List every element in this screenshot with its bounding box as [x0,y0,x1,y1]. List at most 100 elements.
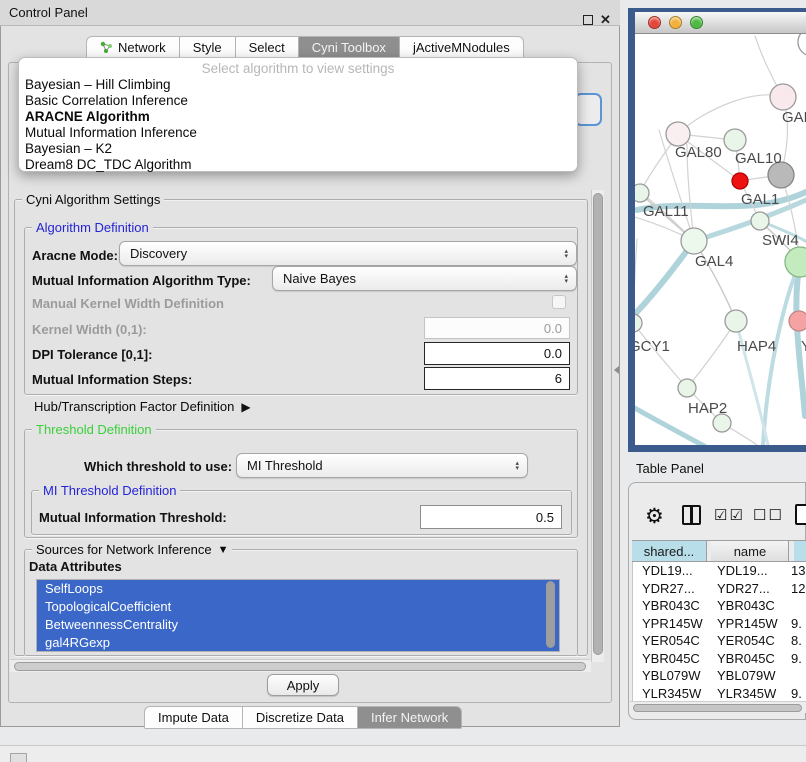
tab-network[interactable]: Network [86,36,180,59]
network-canvas[interactable]: GALGAL80GAL10GAL1GAL11SWI4GAL4GCY1HAP4YH… [635,34,806,445]
mi-threshold-definition-title: MI Threshold Definition [39,483,180,498]
expand-arrow-icon[interactable]: ▶ [241,400,250,414]
panel-splitter-arrow[interactable] [614,366,619,374]
hidden-focused-button[interactable] [574,93,602,126]
mi-algorithm-type-combo[interactable]: Naive Bayes ▴▾ [272,266,577,291]
table-horizontal-scrollbar-thumb[interactable] [633,704,802,712]
tab-jactivemnodules[interactable]: jActiveMNodules [400,36,524,59]
which-threshold-combo[interactable]: MI Threshold ▴▾ [236,453,528,478]
network-node[interactable] [635,184,649,202]
float-window-icon[interactable] [583,15,593,25]
new-table-icon[interactable] [795,504,806,525]
data-attribute-item[interactable]: BetweennessCentrality [37,616,559,634]
mi-algorithm-type-value: Naive Bayes [283,271,356,286]
table-cell [786,597,791,615]
settings-vertical-scrollbar-thumb[interactable] [593,193,603,655]
data-attribute-item[interactable]: SelfLoops [37,580,559,598]
data-attributes-list[interactable]: SelfLoopsTopologicalCoefficientBetweenne… [36,579,560,652]
tab-style[interactable]: Style [180,36,236,59]
network-window-titlebar[interactable] [635,12,806,34]
aracne-mode-combo[interactable]: Discovery ▴▾ [119,241,577,266]
apply-button[interactable]: Apply [267,674,339,696]
sources-title-wrap: Sources for Network Inference ▼ [32,542,232,557]
tab-impute-data[interactable]: Impute Data [144,706,243,729]
network-node[interactable] [789,311,806,331]
tab-discretize-data[interactable]: Discretize Data [243,706,358,729]
combo-arrows-icon: ▴▾ [564,249,568,259]
minimize-traffic-light[interactable] [669,16,682,29]
minimized-panel-icon[interactable] [10,753,27,762]
data-attribute-item[interactable]: gal4RGexp [37,634,559,652]
algorithm-option[interactable]: ARACNE Algorithm [19,109,577,125]
table-horizontal-scrollbar[interactable] [630,701,806,713]
table-cell: YPR145W [633,615,708,633]
columns-icon[interactable] [682,505,701,525]
mi-steps-input[interactable]: 6 [424,367,570,390]
data-attribute-item[interactable]: TopologicalCoefficient [37,598,559,616]
table-cell: YPR145W [708,615,786,633]
zoom-traffic-light[interactable] [690,16,703,29]
network-node[interactable] [725,310,747,332]
network-node[interactable] [798,34,806,56]
algorithm-option[interactable]: Mutual Information Inference [19,125,577,141]
deselect-all-checkboxes-icon[interactable]: ☐☐ [753,506,784,524]
tab-select[interactable]: Select [236,36,299,59]
settings-horizontal-scrollbar[interactable] [10,659,591,672]
which-threshold-value: MI Threshold [247,458,323,473]
kernel-width-input[interactable]: 0.0 [424,317,570,339]
table-row[interactable]: YDR27...YDR27...12 [633,580,806,598]
network-node[interactable] [635,314,642,332]
algorithm-dropdown-placeholder: Select algorithm to view settings [19,60,577,77]
algorithm-option[interactable]: Basic Correlation Inference [19,93,577,109]
table-cell: YDL19... [708,562,786,580]
settings-vertical-scrollbar[interactable] [591,190,604,662]
hub-definition-row[interactable]: Hub/Transcription Factor Definition ▶ [34,399,251,414]
tab-infer-network[interactable]: Infer Network [358,706,462,729]
select-all-checkboxes-icon[interactable]: ☑☑ [714,506,745,524]
close-icon[interactable]: ✕ [600,11,611,29]
network-node[interactable] [724,129,746,151]
network-edge [687,321,736,388]
network-node[interactable] [666,122,690,146]
table-row[interactable]: YPR145WYPR145W9. [633,615,806,633]
network-node-label: GAL4 [695,253,733,270]
network-node[interactable] [678,379,696,397]
table-row[interactable]: YER054CYER054C8. [633,632,806,650]
algorithm-list: Bayesian – Hill ClimbingBasic Correlatio… [19,77,577,173]
table-row[interactable]: YLR345WYLR345W9. [633,685,806,703]
table-row[interactable]: YBR043CYBR043C [633,597,806,615]
mi-steps-label: Mutual Information Steps: [32,372,192,387]
table-cell: 12 [786,580,805,598]
column-header-partial[interactable] [794,541,806,562]
kernel-width-value: 0.0 [544,321,562,336]
network-node[interactable] [681,228,707,254]
manual-kernel-width-checkbox[interactable] [552,295,566,309]
table-row[interactable]: YBL079WYBL079W [633,667,806,685]
network-node[interactable] [732,173,748,189]
table-cell: YBL079W [633,667,708,685]
mi-threshold-input[interactable]: 0.5 [420,505,562,529]
bottom-tabstrip: Impute Data Discretize Data Infer Networ… [144,706,462,729]
column-header-name[interactable]: name [711,541,789,562]
table-cell: YBR043C [708,597,786,615]
table-cell: 8. [786,632,802,650]
table-row[interactable]: YDL19...YDL19...13 [633,562,806,580]
network-node-label: HAP4 [737,338,776,355]
algorithm-option[interactable]: Dream8 DC_TDC Algorithm [19,157,577,173]
attributes-scrollbar-thumb[interactable] [546,581,555,648]
algorithm-option[interactable]: Bayesian – Hill Climbing [19,77,577,93]
network-node[interactable] [770,84,796,110]
network-node[interactable] [751,212,769,230]
settings-horizontal-scrollbar-thumb[interactable] [14,662,586,671]
dpi-tolerance-input[interactable]: 0.0 [424,342,570,365]
table-row[interactable]: YBR045CYBR045C9. [633,650,806,668]
tab-cyni-toolbox[interactable]: Cyni Toolbox [299,36,400,59]
gear-icon[interactable]: ⚙ [645,504,664,529]
network-node[interactable] [785,247,806,277]
column-header-shared-name[interactable]: shared... [632,541,707,562]
close-traffic-light[interactable] [648,16,661,29]
data-attributes-label: Data Attributes [29,559,122,574]
collapse-arrow-icon[interactable]: ▼ [218,544,229,556]
algorithm-option[interactable]: Bayesian – K2 [19,141,577,157]
network-node-label: GAL80 [675,144,722,161]
